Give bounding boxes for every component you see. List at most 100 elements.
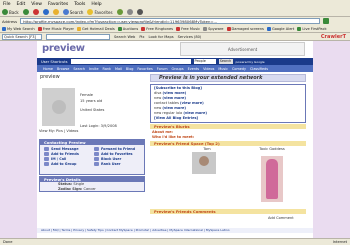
view-more-link[interactable]: (view more) bbox=[163, 91, 187, 95]
menu-help[interactable]: Help bbox=[91, 2, 101, 7]
link-web-search[interactable]: My Web Search bbox=[2, 26, 35, 31]
im-call-button[interactable]: IM / Call bbox=[44, 157, 90, 161]
view-more-link[interactable]: (view more) bbox=[183, 111, 207, 115]
friend-name-link[interactable]: Toxic Goddess bbox=[257, 147, 287, 151]
friend-figure bbox=[266, 159, 278, 199]
home-icon[interactable] bbox=[52, 9, 59, 15]
star-icon bbox=[87, 9, 94, 15]
star-icon bbox=[94, 152, 99, 156]
extended-network-banner: Preview is in your extended network bbox=[150, 74, 306, 82]
link-hotmail[interactable]: Get Hotmail Deals bbox=[77, 26, 115, 31]
forward-to-friend-button[interactable]: Forward to Friend bbox=[94, 147, 140, 151]
go-icon[interactable] bbox=[323, 18, 330, 24]
link-google-alert[interactable]: Google Alert bbox=[266, 26, 294, 31]
view-more-link[interactable]: (view more) bbox=[162, 106, 186, 110]
nav-favorites[interactable]: Favorites bbox=[137, 67, 152, 71]
search-icon bbox=[62, 9, 69, 15]
link-music-player[interactable]: Free Music Player bbox=[37, 26, 74, 31]
back-button[interactable]: Back bbox=[2, 9, 19, 15]
address-label: Address bbox=[2, 18, 18, 24]
blog-box: [Subscribe to this Blog] diva (view more… bbox=[150, 84, 306, 123]
friend-space-title: Preview's Friend Space (Top 2) bbox=[150, 141, 306, 146]
add-to-friends-button[interactable]: Add to Friends bbox=[44, 152, 90, 156]
maps-button[interactable]: Look for Maps bbox=[149, 35, 174, 39]
profile-age: 15 years old bbox=[80, 99, 103, 103]
menu-view[interactable]: View bbox=[31, 2, 42, 7]
profile-photo[interactable] bbox=[42, 88, 75, 126]
ad-banner[interactable]: Advertisement bbox=[180, 42, 305, 56]
site-logo[interactable]: preview bbox=[42, 43, 85, 54]
menu-tools[interactable]: Tools bbox=[74, 2, 85, 7]
friend-photo[interactable] bbox=[261, 156, 283, 202]
refresh-icon[interactable] bbox=[42, 9, 49, 15]
stop-icon[interactable] bbox=[32, 9, 39, 15]
browser-toolbar: Back Search Favorites bbox=[0, 8, 350, 17]
address-input[interactable]: http://profile.myspace.com/index.cfm?fus… bbox=[20, 18, 321, 24]
rank-user-button[interactable]: Rank User bbox=[94, 162, 140, 166]
view-my-links[interactable]: View My: Pics | Videos bbox=[39, 129, 78, 133]
site-search-input[interactable] bbox=[70, 59, 191, 64]
comments-title: Preview's Friends Comments bbox=[150, 209, 306, 214]
link-ringtones[interactable]: Free Ringtones bbox=[141, 26, 173, 31]
forward-icon bbox=[94, 147, 99, 151]
music-icon bbox=[37, 26, 42, 31]
nav-blog[interactable]: Blog bbox=[126, 67, 134, 71]
nav-classifieds[interactable]: Classifieds bbox=[250, 67, 268, 71]
music-icon bbox=[176, 26, 181, 31]
mail-icon[interactable] bbox=[126, 9, 133, 15]
web-search-icon bbox=[2, 26, 6, 31]
search-button[interactable]: Search bbox=[62, 9, 83, 15]
nav-browse[interactable]: Browse bbox=[57, 67, 69, 71]
link-free-music[interactable]: Free Music bbox=[176, 26, 200, 31]
search-web-button[interactable]: Search Web bbox=[114, 35, 135, 39]
site-footer-links[interactable]: About | FAQ | Terms | Privacy | Safety T… bbox=[37, 228, 313, 233]
add-to-group-button[interactable]: Add to Group bbox=[44, 162, 90, 166]
add-to-favorites-button[interactable]: Add to Favorites bbox=[94, 152, 140, 156]
block-user-button[interactable]: Block User bbox=[94, 157, 140, 161]
history-icon[interactable] bbox=[116, 9, 123, 15]
favorites-button[interactable]: Favorites bbox=[87, 9, 113, 15]
nav-invite[interactable]: Invite bbox=[89, 67, 99, 71]
nav-events[interactable]: Events bbox=[188, 67, 199, 71]
site-nav: Home Browse Search Invite Rank Mail Blog… bbox=[37, 65, 313, 72]
link-auctions[interactable]: Auctions bbox=[117, 26, 138, 31]
quick-search-input[interactable]: Quick Search [F3] bbox=[2, 33, 42, 40]
add-comment-link[interactable]: Add Comment bbox=[268, 216, 294, 220]
menu-favorites[interactable]: Favorites bbox=[48, 2, 68, 7]
site-search-button[interactable]: Search bbox=[218, 59, 233, 64]
forward-arrow-icon[interactable] bbox=[22, 9, 29, 15]
nav-music[interactable]: Music bbox=[218, 67, 228, 71]
nav-rank[interactable]: Rank bbox=[103, 67, 111, 71]
friend-name-link[interactable]: Tom bbox=[196, 147, 218, 151]
send-message-button[interactable]: Send Message bbox=[44, 147, 90, 151]
profile-info: Female 15 years old United States bbox=[80, 92, 104, 113]
services-button[interactable]: Services (80) bbox=[178, 35, 202, 39]
print-icon[interactable] bbox=[136, 9, 143, 15]
view-more-link[interactable]: (view more) bbox=[180, 101, 204, 105]
menu-edit[interactable]: Edit bbox=[17, 2, 26, 7]
block-icon bbox=[94, 157, 99, 161]
nav-search[interactable]: Search bbox=[73, 67, 85, 71]
link-spyware[interactable]: Spyware bbox=[203, 26, 224, 31]
friend-photo[interactable] bbox=[192, 152, 216, 174]
pix-button[interactable]: Pix bbox=[139, 35, 144, 39]
link-damaged[interactable]: Damaged screens bbox=[226, 26, 264, 31]
nav-comedy[interactable]: Comedy bbox=[232, 67, 246, 71]
zone-text: Internet bbox=[332, 240, 347, 244]
view-more-link[interactable]: (view more) bbox=[162, 96, 186, 100]
envelope-icon bbox=[44, 147, 49, 151]
shield-icon bbox=[203, 26, 208, 31]
nav-groups[interactable]: Groups bbox=[172, 67, 184, 71]
nav-forum[interactable]: Forum bbox=[157, 67, 168, 71]
nav-mail[interactable]: Mail bbox=[115, 67, 122, 71]
nav-videos[interactable]: Videos bbox=[203, 67, 214, 71]
friend-face bbox=[199, 156, 209, 166]
search-type-select[interactable]: People bbox=[193, 59, 216, 64]
user-shortcuts-label[interactable]: User Shortcuts bbox=[41, 60, 68, 64]
toolbar-search-input[interactable] bbox=[46, 33, 110, 40]
link-live[interactable]: Live FirstPack bbox=[297, 26, 327, 31]
view-all-blog-link[interactable]: [View All Blog Entries] bbox=[151, 116, 305, 121]
ringtone-icon bbox=[141, 26, 146, 31]
menu-file[interactable]: File bbox=[3, 2, 11, 7]
nav-home[interactable]: Home bbox=[43, 67, 53, 71]
